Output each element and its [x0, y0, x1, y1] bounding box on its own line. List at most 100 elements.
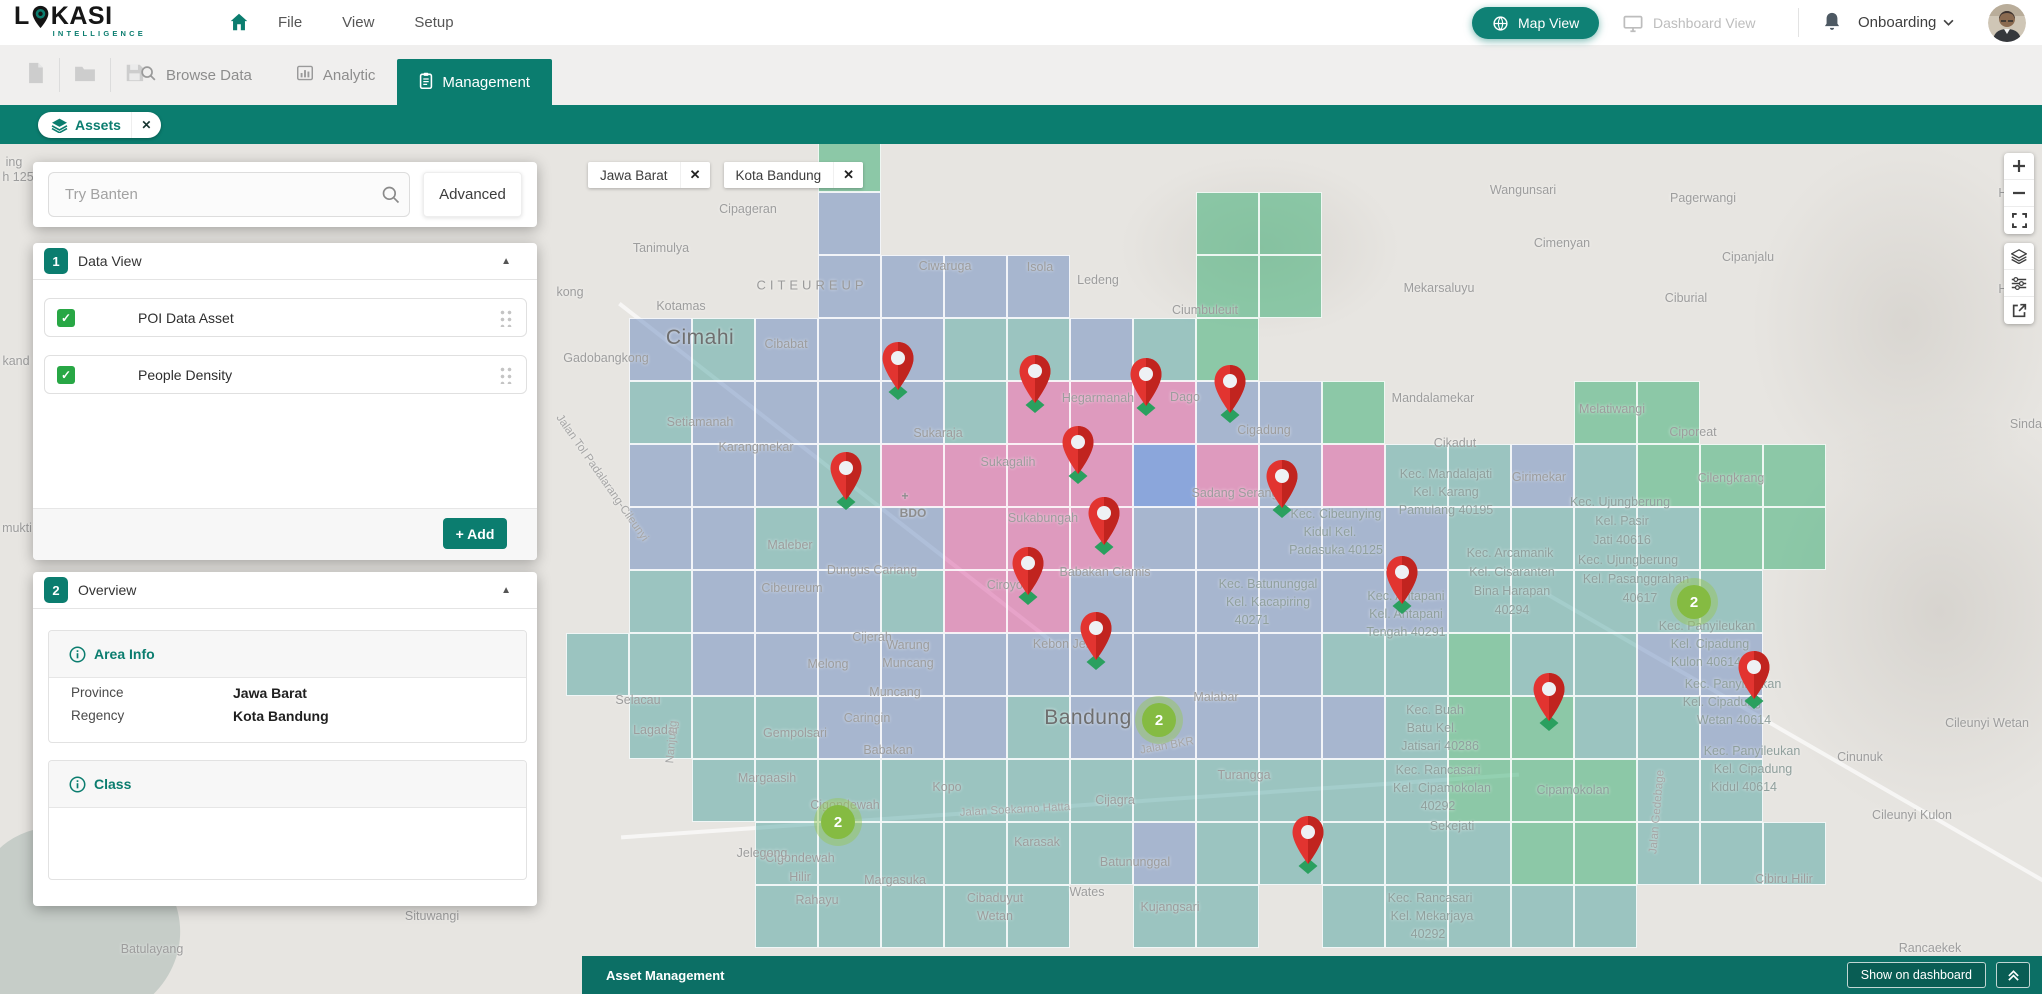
fullscreen-icon[interactable] — [2004, 207, 2034, 234]
asset-pin[interactable] — [880, 340, 916, 407]
map-label: Cileunyi Kulon — [1872, 808, 1952, 822]
grid-cell — [1511, 570, 1574, 633]
grid-cell — [818, 318, 881, 381]
bottom-bar-title: Asset Management — [606, 968, 724, 983]
map-label: Mandalamekar — [1392, 391, 1475, 405]
grid-cell — [1196, 255, 1259, 318]
cluster-marker[interactable]: 2 — [1670, 578, 1718, 626]
show-on-dashboard-button[interactable]: Show on dashboard — [1847, 962, 1986, 988]
grid-cell — [1574, 759, 1637, 822]
asset-pin[interactable] — [1010, 545, 1046, 612]
new-file-icon[interactable] — [12, 62, 59, 89]
grid-cell — [881, 696, 944, 759]
collapse-bar-button[interactable] — [1996, 962, 2030, 988]
menu-item-file[interactable]: File — [278, 14, 302, 31]
monitor-icon — [1622, 14, 1644, 33]
grid-cell — [944, 318, 1007, 381]
map-label: Rancaekek — [1899, 941, 1962, 955]
sliders-icon[interactable] — [2004, 270, 2034, 297]
menu-item-view[interactable]: View — [342, 14, 374, 31]
tab-management[interactable]: Management — [397, 59, 552, 105]
grid-cell — [818, 885, 881, 948]
collapse-arrow-icon[interactable]: ▲ — [501, 256, 511, 267]
grid-cell — [1511, 444, 1574, 507]
grid-cell — [1574, 696, 1637, 759]
grid-cell — [944, 255, 1007, 318]
grid-cell — [755, 318, 818, 381]
layer-row-people-density[interactable]: ✓ People Density — [44, 355, 527, 394]
grid-cell — [1133, 633, 1196, 696]
user-menu[interactable]: Onboarding — [1858, 0, 1954, 45]
map-label: mukti — [2, 521, 32, 535]
grid-cell — [1070, 759, 1133, 822]
advanced-search-button[interactable]: Advanced — [423, 172, 522, 217]
layer-checkbox[interactable]: ✓ — [57, 366, 75, 384]
grid-cell — [629, 444, 692, 507]
export-icon[interactable] — [2004, 297, 2034, 324]
grid-cell — [1637, 444, 1700, 507]
asset-pin[interactable] — [1736, 649, 1772, 716]
layer-row-poi-data-asset[interactable]: ✓ POI Data Asset — [44, 298, 527, 337]
avatar[interactable] — [1988, 4, 2026, 42]
open-folder-icon[interactable] — [60, 64, 110, 87]
tab-analytic[interactable]: Analytic — [274, 45, 398, 105]
grid-cell — [1133, 759, 1196, 822]
cluster-marker[interactable]: 2 — [814, 798, 862, 846]
area-info-title: Area Info — [49, 631, 526, 678]
map-label: h 125 — [2, 170, 33, 184]
toolbar: Browse DataAnalyticManagement — [0, 45, 2042, 105]
menu-item-setup[interactable]: Setup — [414, 14, 453, 31]
asset-pin[interactable] — [1078, 610, 1114, 677]
region-chip-jawa-barat[interactable]: Jawa Barat ✕ — [588, 162, 710, 188]
asset-pin[interactable] — [1290, 814, 1326, 881]
collapse-arrow-icon[interactable]: ▲ — [501, 585, 511, 596]
asset-pin[interactable] — [1264, 458, 1300, 525]
grid-cell — [818, 633, 881, 696]
asset-pin[interactable] — [1384, 554, 1420, 621]
grid-cell — [1007, 696, 1070, 759]
dashboard-view-button[interactable]: Dashboard View — [1622, 7, 1755, 39]
map-label: Cinunuk — [1837, 750, 1883, 764]
tab-assets[interactable]: Assets ✕ — [38, 112, 161, 138]
asset-pin[interactable] — [1531, 671, 1567, 738]
layer-checkbox[interactable]: ✓ — [57, 309, 75, 327]
minus-icon[interactable] — [2004, 180, 2034, 207]
grid-cell — [1385, 759, 1448, 822]
area-info-rows: Province Jawa BaratRegency Kota Bandung — [49, 678, 526, 724]
grid-cell — [1448, 633, 1511, 696]
search-panel: Advanced — [33, 162, 537, 227]
asset-pin[interactable] — [1212, 363, 1248, 430]
asset-pin[interactable] — [1017, 353, 1053, 420]
grid-cell — [1574, 885, 1637, 948]
close-icon[interactable]: ✕ — [680, 162, 710, 188]
map-view-button[interactable]: Map View — [1472, 7, 1599, 39]
asset-pin[interactable] — [1128, 356, 1164, 423]
grid-cell — [944, 759, 1007, 822]
layers-icon[interactable] — [2004, 243, 2034, 270]
asset-pin[interactable] — [1060, 424, 1096, 491]
grid-cell — [1259, 633, 1322, 696]
drag-handle-icon[interactable] — [499, 308, 512, 327]
grid-cell — [692, 381, 755, 444]
plus-icon[interactable] — [2004, 153, 2034, 180]
home-icon[interactable] — [228, 11, 250, 38]
grid-cell — [755, 507, 818, 570]
grid-cell — [1007, 759, 1070, 822]
search-icon[interactable] — [381, 185, 401, 205]
map-label: Wangunsari — [1490, 183, 1556, 197]
tab-browse-data[interactable]: Browse Data — [118, 45, 274, 105]
asset-pin[interactable] — [1086, 495, 1122, 562]
drag-handle-icon[interactable] — [499, 365, 512, 384]
cluster-marker[interactable]: 2 — [1135, 696, 1183, 744]
notifications-bell-icon[interactable] — [1822, 11, 1842, 38]
grid-cell — [881, 759, 944, 822]
region-chip-kota-bandung[interactable]: Kota Bandung ✕ — [724, 162, 864, 188]
grid-cell — [1007, 822, 1070, 885]
grid-cell — [1196, 759, 1259, 822]
search-input[interactable] — [48, 172, 410, 217]
close-icon[interactable]: ✕ — [131, 112, 161, 138]
asset-pin[interactable] — [828, 450, 864, 517]
close-icon[interactable]: ✕ — [833, 162, 863, 188]
add-button[interactable]: + Add — [443, 518, 507, 549]
grid-cell — [1385, 696, 1448, 759]
